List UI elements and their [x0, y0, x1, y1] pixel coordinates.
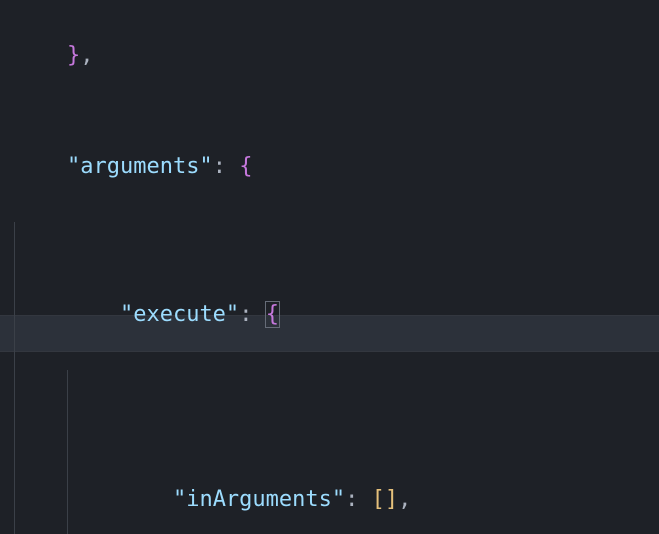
colon-token: : — [345, 487, 358, 512]
close-brace-token: } — [67, 43, 80, 68]
code-line: }, — [0, 0, 659, 111]
key-inArguments: "inArguments" — [173, 487, 345, 512]
colon-token: : — [213, 154, 226, 179]
code-line: "inArguments": [], — [0, 370, 659, 534]
colon-token: : — [239, 302, 252, 327]
key-execute: "execute" — [120, 302, 239, 327]
code-editor[interactable]: }, "arguments": { "execute": { "inArgume… — [0, 0, 659, 534]
open-brace-token: { — [239, 154, 252, 179]
code-line: "arguments": { — [0, 111, 659, 222]
close-bracket-token: ] — [385, 487, 398, 512]
comma-token: , — [398, 487, 411, 512]
comma-token: , — [80, 43, 93, 68]
key-arguments: "arguments" — [67, 154, 213, 179]
open-brace-token-matched: { — [265, 301, 280, 328]
open-bracket-token: [ — [372, 487, 385, 512]
code-line: "execute": { — [0, 222, 659, 370]
